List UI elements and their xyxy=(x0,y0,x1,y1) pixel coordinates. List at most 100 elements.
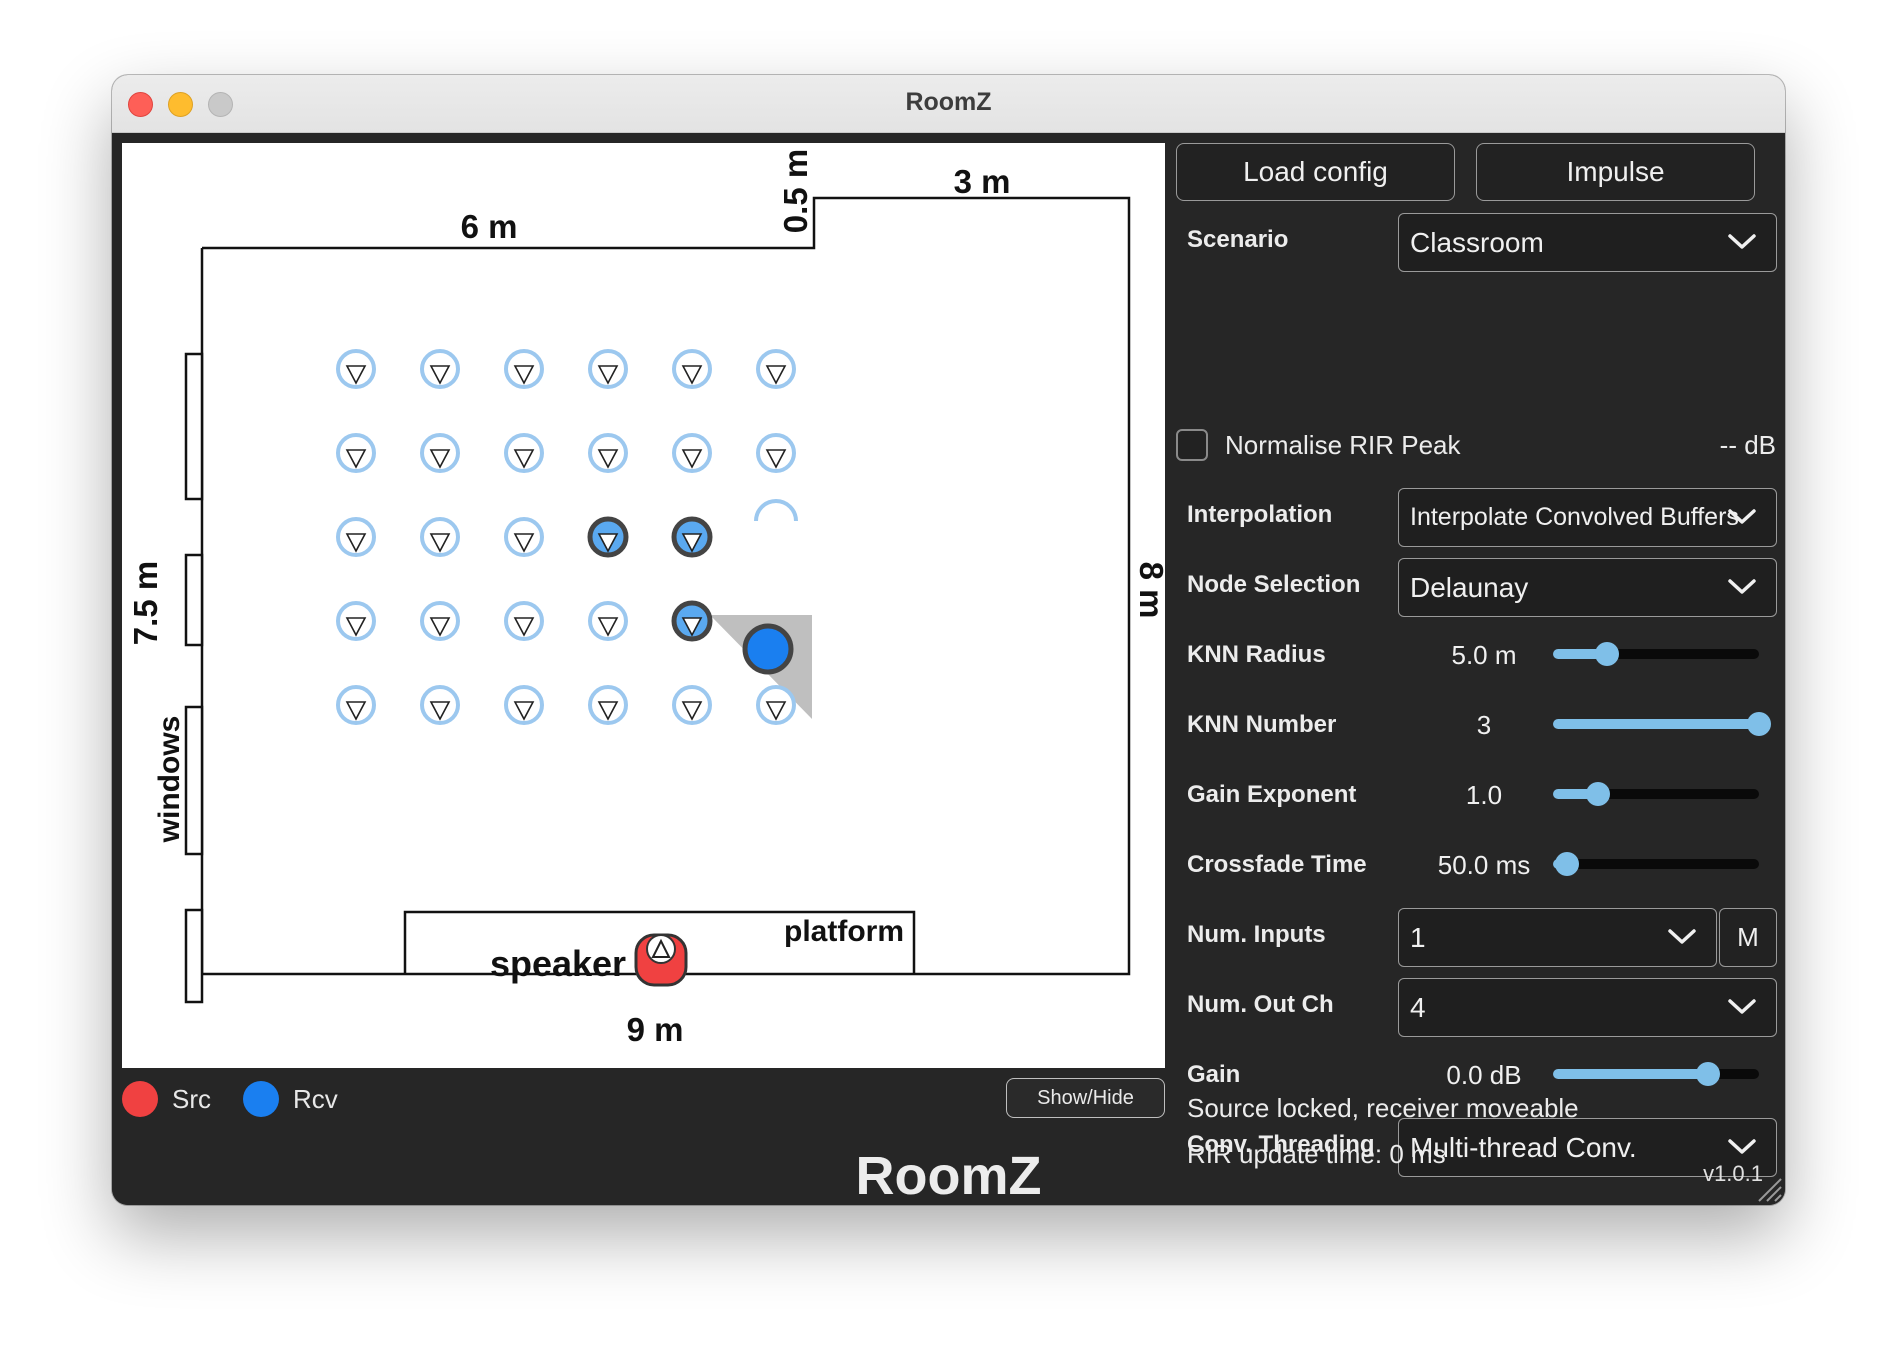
gain-slider[interactable] xyxy=(1553,1062,1759,1086)
crossfade-time-label: Crossfade Time xyxy=(1187,851,1367,878)
load-config-button[interactable]: Load config xyxy=(1176,143,1455,201)
receiver-node-icon[interactable] xyxy=(420,349,460,389)
source-marker[interactable] xyxy=(634,933,688,987)
legend-src: Src xyxy=(122,1081,211,1117)
gain-exponent-value: 1.0 xyxy=(1465,780,1503,810)
receiver-node-icon[interactable] xyxy=(420,601,460,641)
knn-number-value: 3 xyxy=(1476,710,1492,740)
legend-src-label: Src xyxy=(172,1083,211,1114)
receiver-node-icon[interactable] xyxy=(420,685,460,725)
knn-radius-slider[interactable] xyxy=(1553,642,1759,666)
scenario-dropdown[interactable]: Classroom xyxy=(1398,213,1777,272)
window-title: RoomZ xyxy=(905,88,992,116)
num-out-ch-dropdown[interactable]: 4 xyxy=(1398,978,1777,1037)
windows-label: windows xyxy=(153,716,186,844)
receiver-node-icon[interactable] xyxy=(504,517,544,557)
legend-rcv: Rcv xyxy=(243,1081,338,1117)
interpolation-dropdown[interactable]: Interpolate Convolved Buffers xyxy=(1398,488,1777,547)
chevron-down-icon xyxy=(1728,579,1756,594)
impulse-button[interactable]: Impulse xyxy=(1476,143,1755,201)
receiver-node-icon[interactable] xyxy=(336,433,376,473)
rcv-dot-icon xyxy=(243,1081,279,1117)
node-selection-value: Delaunay xyxy=(1410,571,1529,603)
receiver-node-icon[interactable] xyxy=(587,516,629,558)
gain-label: Gain xyxy=(1187,1061,1241,1088)
src-dot-icon xyxy=(122,1081,158,1117)
receiver-node-icon[interactable] xyxy=(336,517,376,557)
footer-title: RoomZ xyxy=(855,1146,1042,1205)
receiver-node-icon[interactable] xyxy=(672,433,712,473)
crossfade-time-slider[interactable] xyxy=(1553,852,1759,876)
scenario-label: Scenario xyxy=(1187,226,1289,253)
receiver-node-icon[interactable] xyxy=(588,433,628,473)
gain-exponent-slider[interactable] xyxy=(1553,782,1759,806)
crossfade-time-value: 50.0 ms xyxy=(1437,850,1531,880)
mute-m-button[interactable]: M xyxy=(1719,908,1777,967)
slider-thumb[interactable] xyxy=(1695,1062,1720,1086)
dim-step-label: 0.5 m xyxy=(777,149,814,233)
chevron-down-icon xyxy=(1668,929,1696,944)
receiver-node-icon[interactable] xyxy=(336,685,376,725)
normalise-label: Normalise RIR Peak xyxy=(1225,430,1461,460)
interpolation-value: Interpolate Convolved Buffers xyxy=(1410,503,1739,531)
legend-rcv-label: Rcv xyxy=(293,1083,338,1114)
window-3 xyxy=(184,705,204,856)
normalise-peak-value: -- dB xyxy=(1719,430,1776,460)
receiver-node-icon[interactable] xyxy=(420,433,460,473)
node-selection-dropdown[interactable]: Delaunay xyxy=(1398,558,1777,617)
dim-top-label: 6 m xyxy=(461,208,518,245)
normalise-checkbox[interactable] xyxy=(1176,429,1208,461)
lock-state-status: Source locked, receiver moveable xyxy=(1187,1093,1579,1123)
receiver-node-icon[interactable] xyxy=(504,349,544,389)
knn-radius-label: KNN Radius xyxy=(1187,641,1326,668)
receiver-marker[interactable] xyxy=(742,623,794,675)
receiver-grid xyxy=(336,349,798,725)
num-out-ch-value: 4 xyxy=(1410,991,1426,1023)
receiver-node-icon[interactable] xyxy=(756,685,796,725)
slider-thumb[interactable] xyxy=(1555,852,1580,876)
knn-number-label: KNN Number xyxy=(1187,711,1337,738)
receiver-node-icon[interactable] xyxy=(336,349,376,389)
room-canvas[interactable]: 6 m 0.5 m 3 m 7.5 m 8 m 9 m windows plat… xyxy=(122,143,1165,1068)
gain-value: 0.0 dB xyxy=(1446,1060,1522,1090)
slider-thumb[interactable] xyxy=(1586,782,1611,806)
interpolation-label: Interpolation xyxy=(1187,501,1333,528)
receiver-node-icon[interactable] xyxy=(672,685,712,725)
receiver-node-icon[interactable] xyxy=(588,349,628,389)
resize-grip-icon[interactable] xyxy=(1753,1173,1783,1203)
num-inputs-value: 1 xyxy=(1410,921,1426,953)
main-content: 6 m 0.5 m 3 m 7.5 m 8 m 9 m windows plat… xyxy=(112,133,1785,1205)
dim-left-label: 7.5 m xyxy=(127,561,164,645)
room-outline xyxy=(200,196,1131,976)
num-inputs-label: Num. Inputs xyxy=(1187,921,1326,948)
speaker-label: speaker xyxy=(490,943,626,984)
receiver-node-icon[interactable] xyxy=(671,516,713,558)
window-4 xyxy=(184,908,204,1004)
receiver-node-icon[interactable] xyxy=(671,600,713,642)
receiver-node-icon[interactable] xyxy=(756,349,796,389)
scenario-value: Classroom xyxy=(1410,226,1544,258)
receiver-node-icon[interactable] xyxy=(504,601,544,641)
receiver-node-icon[interactable] xyxy=(504,433,544,473)
show-hide-button[interactable]: Show/Hide xyxy=(1006,1078,1165,1118)
node-selection-label: Node Selection xyxy=(1187,571,1361,598)
receiver-node-partial-icon xyxy=(754,499,798,522)
knn-number-slider[interactable] xyxy=(1553,712,1771,736)
num-inputs-dropdown[interactable]: 1 xyxy=(1398,908,1717,967)
receiver-node-icon[interactable] xyxy=(588,685,628,725)
receiver-node-icon[interactable] xyxy=(504,685,544,725)
receiver-node-icon[interactable] xyxy=(420,517,460,557)
receiver-node-icon[interactable] xyxy=(588,601,628,641)
dim-top-right-label: 3 m xyxy=(954,163,1011,200)
slider-thumb[interactable] xyxy=(1594,642,1619,666)
dim-bottom-label: 9 m xyxy=(627,1011,684,1048)
knn-radius-value: 5.0 m xyxy=(1451,640,1517,670)
title-bar: RoomZ xyxy=(112,75,1785,133)
dim-right-label: 8 m xyxy=(1133,562,1165,619)
receiver-node-icon[interactable] xyxy=(756,433,796,473)
slider-thumb[interactable] xyxy=(1747,712,1771,736)
chevron-down-icon xyxy=(1728,999,1756,1014)
platform-label: platform xyxy=(784,915,904,948)
receiver-node-icon[interactable] xyxy=(336,601,376,641)
receiver-node-icon[interactable] xyxy=(672,349,712,389)
